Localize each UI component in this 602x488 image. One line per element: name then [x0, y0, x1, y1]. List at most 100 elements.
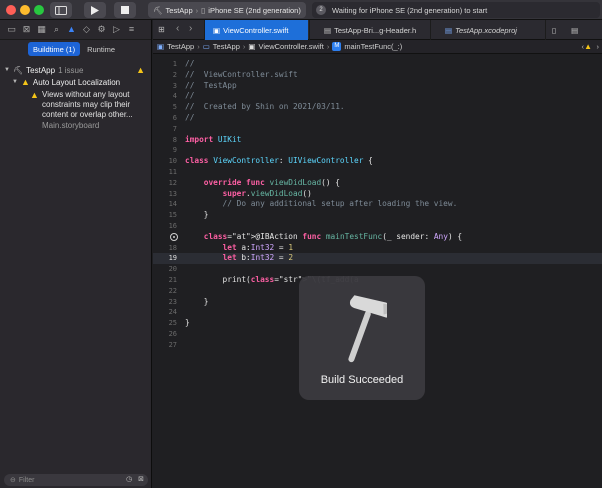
code-line[interactable]: 4 //	[153, 91, 602, 102]
find-icon[interactable]: ⌕	[51, 24, 62, 35]
scope-filter-icon[interactable]: ⊠	[136, 475, 146, 485]
line-number[interactable]: 8	[153, 135, 177, 146]
code-line[interactable]: 3 // TestApp	[153, 81, 602, 92]
line-number[interactable]: 22	[153, 286, 177, 297]
line-number[interactable]: 18	[153, 243, 177, 254]
folder-icon[interactable]: ▭	[6, 24, 17, 35]
code-line[interactable]: 2 // ViewController.swift	[153, 70, 602, 81]
related-items-icon[interactable]: ⊞	[158, 25, 165, 34]
stop-button[interactable]	[114, 2, 136, 18]
jumpbar-item[interactable]: TestApp	[213, 42, 240, 51]
code-line[interactable]: 7	[153, 124, 602, 135]
code-line[interactable]: 8 import UIKit	[153, 135, 602, 146]
method-icon: M	[332, 42, 342, 51]
code-line[interactable]: 16	[153, 221, 602, 232]
report-icon[interactable]: ≡	[126, 24, 137, 35]
stop-icon	[121, 6, 129, 14]
line-number[interactable]: 21	[153, 275, 177, 286]
line-number[interactable]: 5	[153, 102, 177, 113]
code-area[interactable]: 1 // 2 // ViewController.swift 3 // TestApp 4 /…	[153, 55, 602, 488]
minimize-window-button[interactable]	[20, 5, 30, 15]
code-line[interactable]: 1 //	[153, 59, 602, 70]
code-line[interactable]: 10 class ViewController: UIViewController…	[153, 156, 602, 167]
navigator-filter-input[interactable]: ⊖ Filter ◷ ⊠	[4, 474, 148, 486]
code-line[interactable]: 5 // Created by Shin on 2021/03/11.	[153, 102, 602, 113]
line-number[interactable]: 11	[153, 167, 177, 178]
line-number[interactable]: 24	[153, 307, 177, 318]
source-control-icon[interactable]: ⊠	[21, 24, 32, 35]
symbol-icon[interactable]: ▦	[36, 24, 47, 35]
segment-buildtime[interactable]: Buildtime (1)	[28, 42, 81, 56]
tab-viewcontroller-swift[interactable]: ▣ ViewController.swift	[204, 20, 308, 40]
issue-group-row[interactable]: ▼ ▲ Auto Layout Localization	[0, 76, 151, 88]
tab-bridging-header[interactable]: ▤ TestApp-Bri...g-Header.h	[309, 20, 429, 40]
forward-arrow-icon[interactable]: ›	[189, 23, 192, 34]
code-line[interactable]: 15 }	[153, 210, 602, 221]
issue-warning-icon[interactable]: ▲	[66, 24, 77, 35]
scheme-selector[interactable]: ⛏ TestApp › ▯ iPhone SE (2nd generation)	[148, 2, 306, 18]
document-icon: ▯	[552, 25, 557, 35]
code-line[interactable]: 19 let b:Int32 = 2	[153, 253, 602, 265]
back-arrow-icon[interactable]: ‹	[176, 23, 179, 34]
line-number[interactable]: 26	[153, 329, 177, 340]
code-line[interactable]: 18 let a:Int32 = 1	[153, 243, 602, 254]
code-line[interactable]: 20	[153, 264, 602, 275]
issue-warning-item[interactable]: ▲ Views without any layout constraints m…	[30, 90, 151, 120]
line-number[interactable]: 10	[153, 156, 177, 167]
line-number[interactable]: 16	[153, 221, 177, 232]
line-number[interactable]: 12	[153, 178, 177, 189]
test-icon[interactable]: ◇	[81, 24, 92, 35]
line-number[interactable]: 1	[153, 59, 177, 70]
line-number[interactable]: 2	[153, 70, 177, 81]
code-text: }	[185, 318, 190, 328]
line-number[interactable]: 4	[153, 91, 177, 102]
disclosure-triangle-icon[interactable]: ▼	[4, 67, 10, 73]
breakpoint-icon[interactable]: ▷	[111, 24, 122, 35]
code-line[interactable]: 17 class="at">@IBAction func mainTestFun…	[153, 232, 602, 243]
activity-count-badge[interactable]: 2	[316, 5, 326, 15]
line-number[interactable]: 27	[153, 340, 177, 351]
tab-xcodeproj[interactable]: ▤ TestApp.xcodeproj	[430, 20, 544, 40]
zoom-window-button[interactable]	[34, 5, 44, 15]
project-icon: ⛏	[13, 65, 24, 75]
swift-file-icon: ▣	[213, 25, 221, 35]
debug-icon[interactable]: ⚙	[96, 24, 107, 35]
recent-filter-icon[interactable]: ◷	[124, 475, 134, 485]
run-button[interactable]	[84, 2, 106, 18]
line-number[interactable]: 13	[153, 189, 177, 200]
issue-nav-right-icon[interactable]: ›	[597, 42, 600, 51]
code-line[interactable]: 9	[153, 145, 602, 156]
code-line[interactable]: 6 //	[153, 113, 602, 124]
jumpbar-item[interactable]: ViewController.swift	[259, 42, 324, 51]
line-number[interactable]: 15	[153, 210, 177, 221]
tab-label: TestApp.xcodeproj	[455, 25, 517, 35]
line-number[interactable]: 7	[153, 124, 177, 135]
jumpbar-item[interactable]: TestApp	[167, 42, 194, 51]
warning-file-name: Main.storyboard	[42, 121, 100, 130]
disclosure-triangle-icon[interactable]: ▼	[12, 79, 18, 85]
line-number[interactable]: 23	[153, 297, 177, 308]
issue-project-row[interactable]: ▼ ⛏ TestApp 1 issue ▲	[0, 64, 151, 76]
ibaction-connection-icon[interactable]	[170, 232, 178, 241]
line-number[interactable]: 3	[153, 81, 177, 92]
warning-icon[interactable]: ▲	[584, 42, 592, 51]
line-number[interactable]: 25	[153, 318, 177, 329]
line-number[interactable]: 6	[153, 113, 177, 124]
line-number[interactable]: 9	[153, 145, 177, 156]
code-line[interactable]: 13 super.viewDidLoad()	[153, 189, 602, 200]
tab-overflow[interactable]: ▯ ▤	[545, 20, 602, 40]
code-line[interactable]: 14 // Do any additional setup after load…	[153, 199, 602, 210]
line-number[interactable]: 20	[153, 264, 177, 275]
code-line[interactable]: 12 override func viewDidLoad() {	[153, 178, 602, 189]
navigator-toggle-button[interactable]	[50, 2, 72, 18]
project-file-icon: ▤	[445, 25, 453, 35]
editor-tab-bar: ⊞ ‹ › ▣ ViewController.swift ▤ TestApp-B…	[153, 20, 602, 40]
code-text: import UIKit	[185, 134, 242, 144]
close-window-button[interactable]	[6, 5, 16, 15]
filter-placeholder: Filter	[18, 476, 35, 484]
segment-runtime[interactable]: Runtime	[82, 42, 120, 56]
jumpbar-item[interactable]: mainTestFunc(_:)	[344, 42, 402, 51]
line-number[interactable]: 19	[153, 253, 177, 264]
code-line[interactable]: 11	[153, 167, 602, 178]
line-number[interactable]: 14	[153, 199, 177, 210]
